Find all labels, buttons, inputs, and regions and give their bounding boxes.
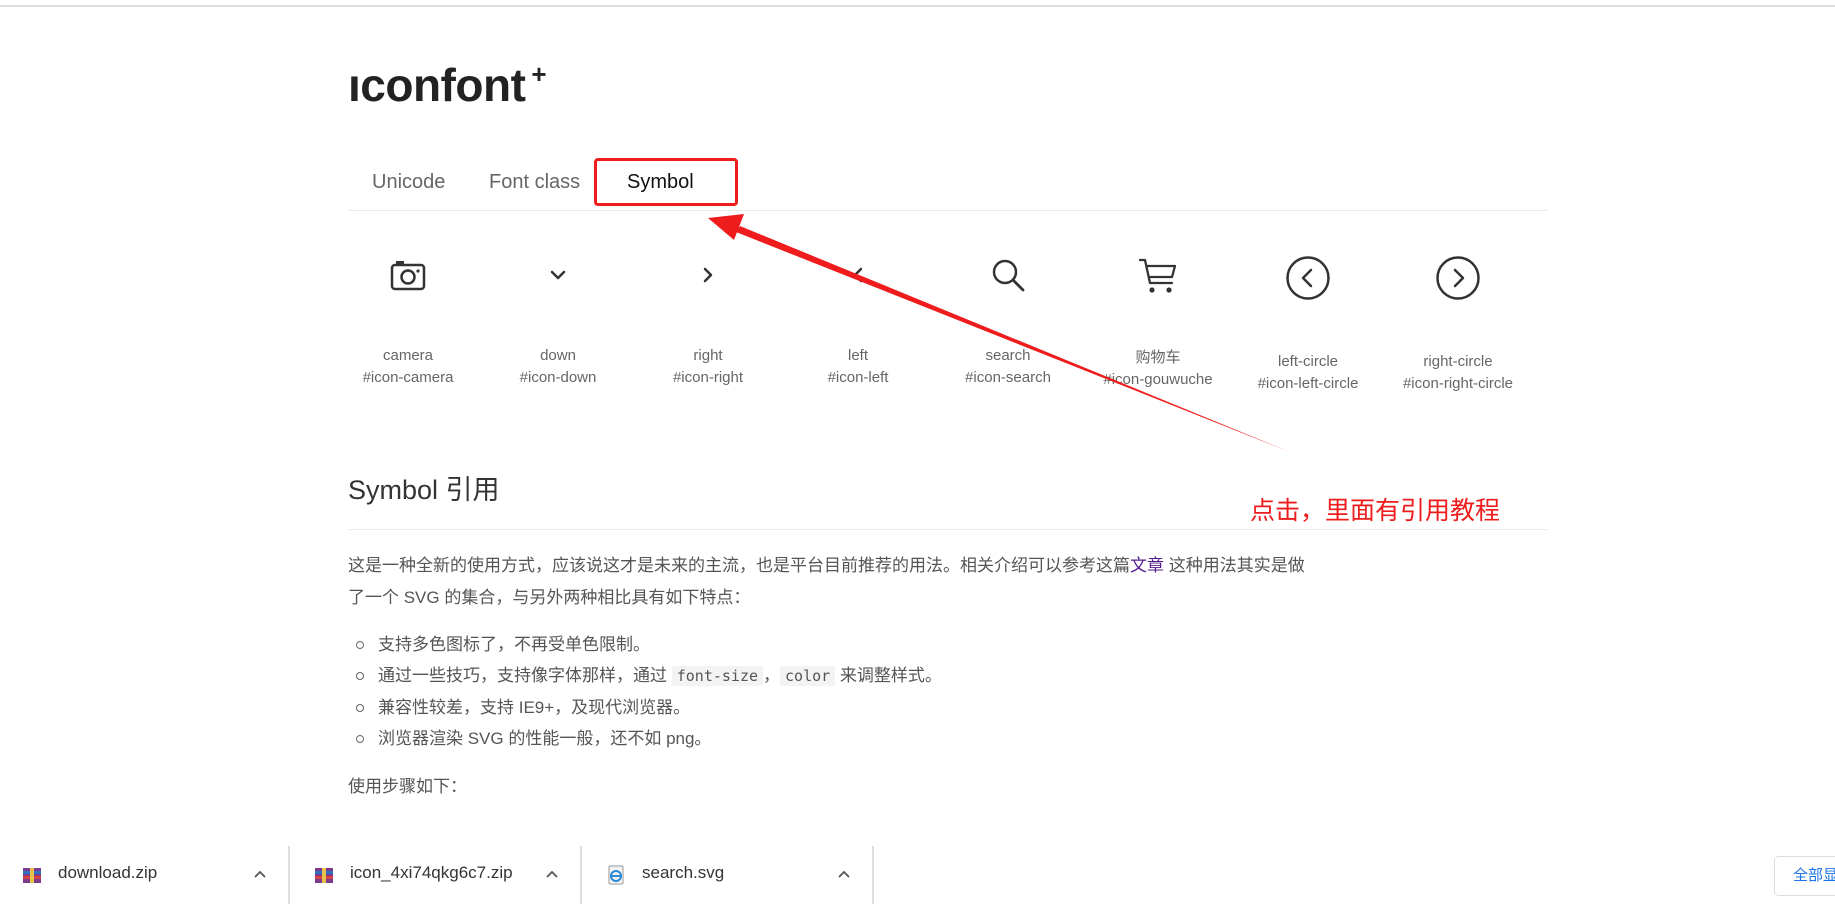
icon-name: right-circle bbox=[1423, 353, 1493, 370]
download-filename: search.svg bbox=[642, 863, 725, 882]
article-link[interactable]: 文章 bbox=[1130, 556, 1164, 575]
usage-steps-heading: 使用步骤如下： bbox=[348, 777, 467, 796]
camera-icon bbox=[390, 261, 426, 291]
icon-code: #icon-right-circle bbox=[1402, 375, 1514, 392]
icon-item-left-circle[interactable]: left-circle #icon-left-circle bbox=[1233, 255, 1383, 395]
icon-code: #icon-camera bbox=[362, 369, 454, 386]
download-item[interactable]: search.svg bbox=[584, 846, 874, 904]
icon-name: 购物车 bbox=[1135, 349, 1181, 366]
browser-top-border bbox=[0, 5, 1835, 7]
icon-code: #icon-left-circle bbox=[1257, 375, 1359, 392]
icon-grid: camera #icon-camera down #icon-down righ… bbox=[348, 255, 1548, 415]
icon-item-search[interactable]: search #icon-search bbox=[933, 255, 1083, 389]
tab-font-class[interactable]: Font class bbox=[489, 160, 580, 204]
svg-file-icon bbox=[608, 865, 624, 885]
annotation-note: 点击，里面有引用教程 bbox=[1250, 497, 1501, 525]
inline-code: color bbox=[780, 666, 836, 686]
section-title: Symbol 引用 bbox=[348, 475, 500, 505]
icon-code: #icon-down bbox=[519, 369, 597, 386]
tab-bar: Unicode Font class Symbol bbox=[348, 158, 1548, 211]
icon-code: #icon-right bbox=[672, 369, 744, 386]
list-item: 兼容性较差，支持 IE9+，及现代浏览器。 bbox=[356, 692, 942, 723]
shopping-cart-icon bbox=[1138, 258, 1177, 293]
download-item[interactable]: icon_4xi74qkg6c7.zip bbox=[292, 846, 582, 904]
chevron-up-icon[interactable] bbox=[252, 866, 268, 882]
left-circle-icon bbox=[1286, 256, 1330, 300]
download-bar: download.zip icon_4xi74qkg6c7.zip search… bbox=[0, 838, 1835, 905]
annotation-highlight-box bbox=[594, 158, 738, 206]
zip-archive-icon bbox=[315, 868, 333, 883]
download-filename: icon_4xi74qkg6c7.zip bbox=[350, 863, 513, 882]
tab-unicode[interactable]: Unicode bbox=[372, 160, 445, 204]
icon-name: search bbox=[985, 347, 1031, 364]
icon-item-gouwuche[interactable]: 购物车 #icon-gouwuche bbox=[1083, 255, 1233, 391]
chevron-up-icon[interactable] bbox=[836, 866, 852, 882]
download-item[interactable]: download.zip bbox=[0, 846, 290, 904]
iconfont-logo: ıconfont + bbox=[348, 59, 547, 111]
icon-item-down[interactable]: down #icon-down bbox=[483, 255, 633, 389]
feature-list: 支持多色图标了，不再受单色限制。 通过一些技巧，支持像字体那样，通过 font-… bbox=[348, 629, 942, 754]
search-icon bbox=[992, 259, 1025, 292]
chevron-up-icon[interactable] bbox=[544, 866, 560, 882]
download-filename: download.zip bbox=[58, 863, 158, 882]
icon-item-right-circle[interactable]: right-circle #icon-right-circle bbox=[1383, 255, 1533, 395]
icon-name: down bbox=[540, 347, 576, 364]
icon-code: #icon-gouwuche bbox=[1103, 371, 1213, 388]
icon-name: camera bbox=[382, 347, 434, 364]
show-all-downloads-button[interactable]: 全部显示 bbox=[1774, 856, 1835, 896]
icon-item-camera[interactable]: camera #icon-camera bbox=[333, 255, 483, 389]
icon-name: left-circle bbox=[1277, 353, 1338, 370]
list-item: 通过一些技巧，支持像字体那样，通过 font-size， color 来调整样式。 bbox=[356, 660, 942, 692]
icon-name: left bbox=[847, 347, 868, 364]
intro-paragraph: 这是一种全新的使用方式，应该说这才是未来的主流，也是平台目前推荐的用法。相关介绍… bbox=[348, 556, 1305, 607]
chevron-down-icon bbox=[550, 270, 566, 280]
right-circle-icon bbox=[1436, 256, 1480, 300]
zip-archive-icon bbox=[23, 868, 41, 883]
icon-code: #icon-search bbox=[965, 369, 1051, 386]
chevron-left-icon bbox=[853, 267, 863, 283]
inline-code: font-size bbox=[671, 666, 764, 686]
chevron-right-icon bbox=[703, 267, 713, 283]
list-item: 浏览器渲染 SVG 的性能一般，还不如 png。 bbox=[356, 723, 942, 754]
annotation-overlay bbox=[708, 214, 1290, 452]
list-item: 支持多色图标了，不再受单色限制。 bbox=[356, 629, 942, 660]
section-divider bbox=[348, 529, 1548, 530]
icon-name: right bbox=[693, 347, 723, 364]
annotation-arrow-head bbox=[708, 214, 744, 240]
icon-item-right[interactable]: right #icon-right bbox=[633, 255, 783, 389]
icon-item-left[interactable]: left #icon-left bbox=[783, 255, 933, 389]
icon-code: #icon-left bbox=[827, 369, 889, 386]
